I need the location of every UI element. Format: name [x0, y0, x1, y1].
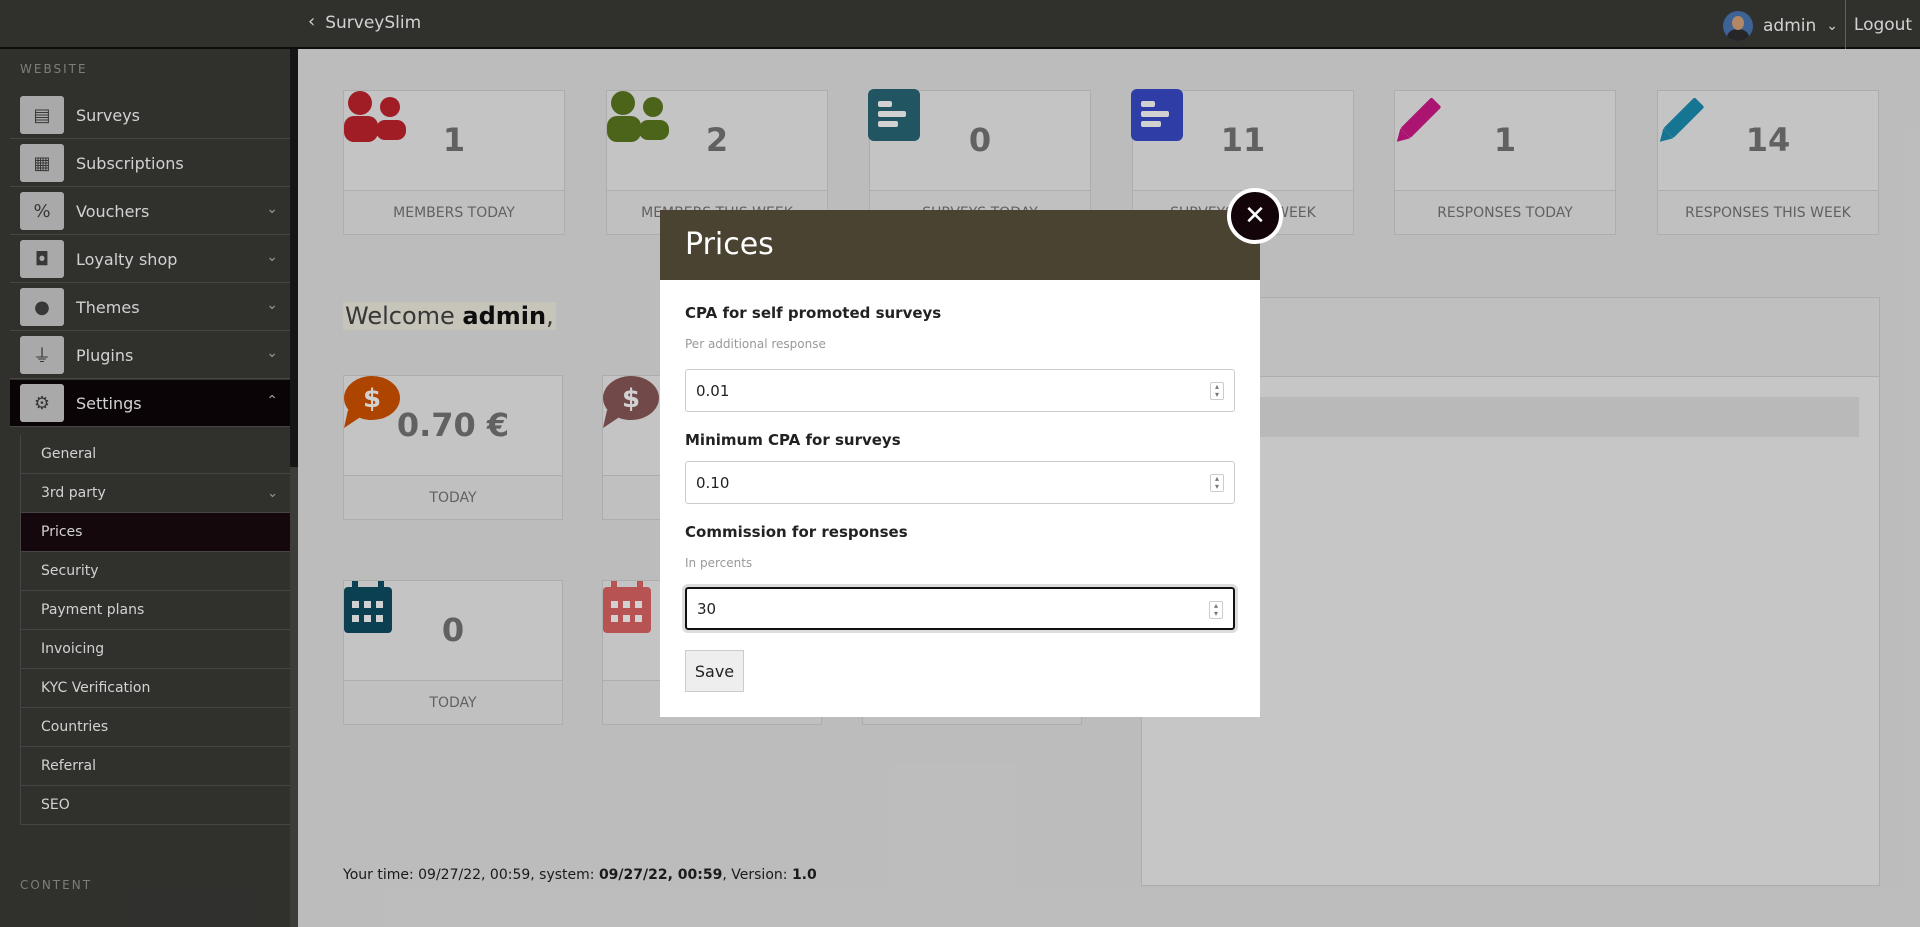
input-value: 30 [697, 599, 717, 618]
field-label-min-cpa: Minimum CPA for surveys [685, 431, 901, 449]
commission-input[interactable]: 30 ▴ ▾ [682, 584, 1238, 633]
field-label-commission: Commission for responses [685, 523, 908, 541]
number-spinner[interactable]: ▴ ▾ [1209, 601, 1223, 619]
number-spinner[interactable]: ▴ ▾ [1210, 474, 1224, 492]
field-hint-cpa-self: Per additional response [685, 337, 826, 351]
close-icon: ✕ [1244, 201, 1266, 231]
save-button[interactable]: Save [685, 650, 744, 692]
input-value: 0.01 [696, 381, 730, 400]
number-spinner[interactable]: ▴ ▾ [1210, 382, 1224, 400]
close-modal-button[interactable]: ✕ [1227, 188, 1283, 244]
cpa-self-promoted-input[interactable]: 0.01 ▴ ▾ [685, 369, 1235, 412]
modal-title: Prices [660, 210, 1260, 280]
field-hint-commission: In percents [685, 556, 753, 570]
prices-modal: Prices CPA for self promoted surveys Per… [660, 210, 1260, 717]
field-label-cpa-self: CPA for self promoted surveys [685, 304, 942, 322]
input-value: 0.10 [696, 473, 730, 492]
minimum-cpa-input[interactable]: 0.10 ▴ ▾ [685, 461, 1235, 504]
